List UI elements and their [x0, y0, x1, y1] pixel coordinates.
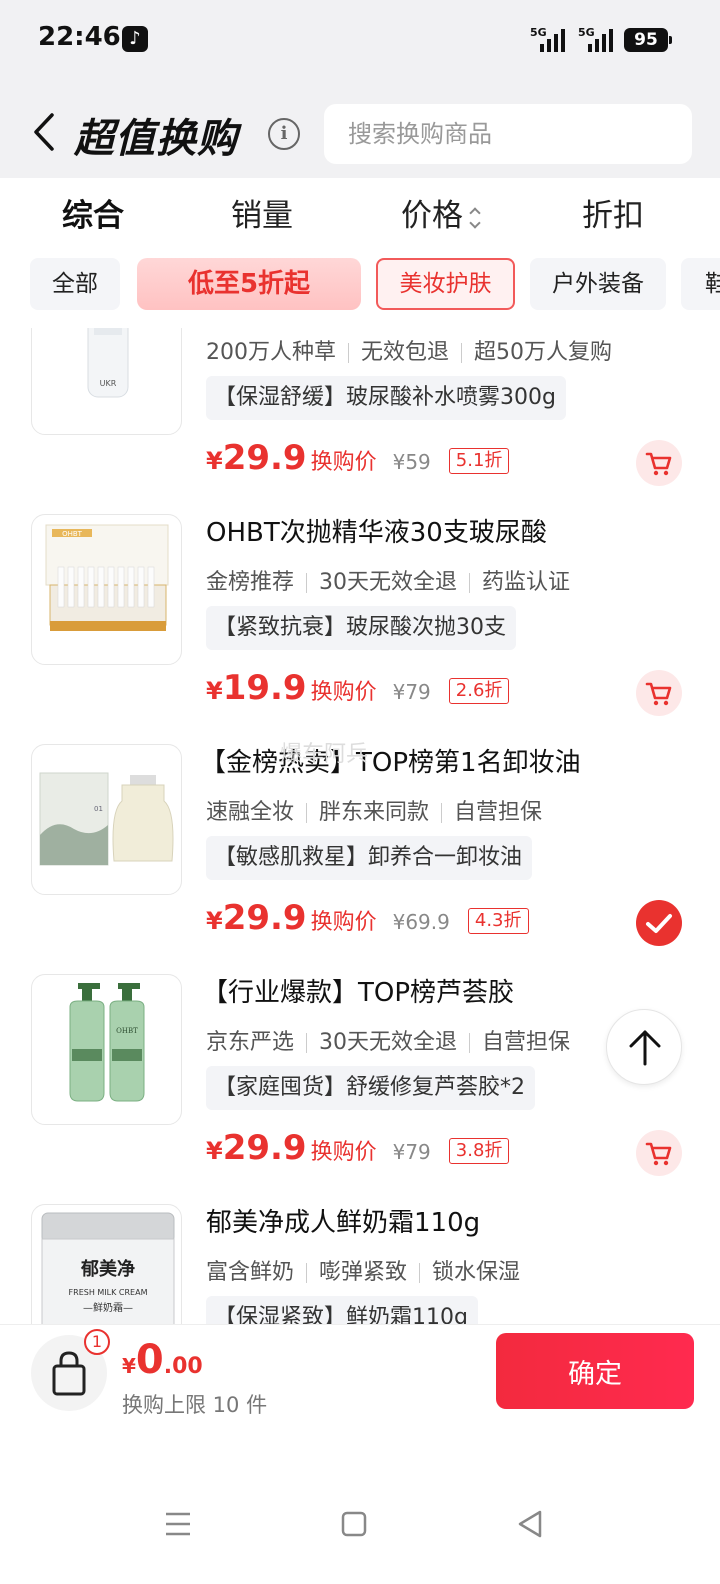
signal-icon-1: 5G — [530, 26, 566, 52]
page-title: 超值换购 — [74, 116, 238, 162]
chip-shoes[interactable]: 鞋 — [681, 258, 720, 310]
signal-icon-2: 5G — [578, 26, 614, 52]
product-subtitle: 【敏感肌救星】卸养合一卸妆油 — [206, 836, 533, 880]
info-icon[interactable]: i — [268, 118, 300, 150]
product-tags: 富含鲜奶 嘭弹紧致 锁水保湿 — [206, 1254, 520, 1286]
total-price: ¥0.00 — [122, 1337, 203, 1383]
product-tags: 速融全妆 胖东来同款 自营担保 — [206, 794, 542, 826]
status-time: 22:46 — [38, 22, 121, 52]
header: 超值换购 i — [0, 82, 720, 178]
checkout-bar: 1 ¥0.00 换购上限 10 件 确定 — [0, 1324, 720, 1424]
tag: 200万人种草 — [206, 340, 336, 365]
product-item[interactable]: 郁美净 FRESH MILK CREAM —鲜奶霜— 郁美净成人鲜奶霜110g … — [0, 1138, 720, 1324]
tag: 金榜推荐 — [206, 570, 295, 595]
product-tags: 200万人种草 无效包退 超50万人复购 — [206, 334, 612, 366]
chip-promo[interactable]: 低至5折起 — [137, 258, 361, 310]
product-image: 郁美净 FRESH MILK CREAM —鲜奶霜— — [31, 1204, 182, 1324]
chip-outdoor[interactable]: 户外装备 — [530, 258, 666, 310]
bag-count-badge: 1 — [84, 1329, 110, 1355]
product-item[interactable]: UKR 200万人种草 无效包退 超50万人复购 【保湿舒缓】玻尿酸补水喷雾300g… — [0, 328, 720, 486]
back-arrow-icon[interactable] — [32, 112, 56, 152]
product-image-text: 01 — [94, 805, 103, 813]
chip-all[interactable]: 全部 — [30, 258, 120, 310]
tag: 自营担保 — [454, 800, 543, 825]
product-image-text-2: FRESH MILK CREAM — [69, 1288, 148, 1297]
product-item[interactable]: OHBT OHBT次抛精华液30支玻尿酸 金榜推荐 30天无效全退 药监认证 【紧致… — [0, 448, 720, 716]
product-image-text: OHBT — [116, 1027, 138, 1035]
sort-tab-sales[interactable]: 销量 — [231, 190, 293, 235]
watermark-text: 爆车阿兵 — [280, 742, 369, 767]
menu-nav-icon[interactable] — [158, 1504, 198, 1544]
confirm-button[interactable]: 确定 — [496, 1333, 694, 1409]
product-tags: 金榜推荐 30天无效全退 药监认证 — [206, 564, 570, 596]
sort-tab-price-label: 价格 — [401, 198, 463, 234]
scroll-to-top-button[interactable] — [606, 1009, 682, 1085]
product-title: 【行业爆款】TOP榜芦荟胶 — [202, 978, 515, 1008]
tag: 无效包退 — [361, 340, 450, 365]
category-chips: 全部 低至5折起 美妆护肤 户外装备 鞋 — [0, 248, 720, 328]
product-subtitle: 【保湿紧致】鲜奶霜110g — [206, 1296, 478, 1324]
product-image-text: OHBT — [62, 530, 83, 538]
product-tags: 京东严选 30天无效全退 自营担保 — [206, 1024, 570, 1056]
limit-text: 换购上限 10 件 — [122, 1393, 268, 1417]
back-nav-icon[interactable] — [510, 1504, 550, 1544]
tag: 30天无效全退 — [319, 570, 458, 595]
product-image-text-3: —鲜奶霜— — [83, 1301, 133, 1314]
product-item[interactable]: 01 【金榜热卖】TOP榜第1名卸妆油 速融全妆 胖东来同款 自营担保 【敏感肌救星… — [0, 678, 720, 946]
tag: 富含鲜奶 — [206, 1260, 295, 1285]
total-integer: 0 — [135, 1337, 164, 1383]
product-image-text: 郁美净 — [80, 1258, 135, 1280]
battery-indicator: 95 — [624, 28, 672, 52]
tag: 超50万人复购 — [474, 340, 613, 365]
tag: 胖东来同款 — [319, 800, 430, 825]
sort-toggle-icon — [469, 206, 481, 230]
total-currency: ¥ — [122, 1354, 136, 1378]
arrow-up-icon — [629, 1030, 661, 1066]
product-image: OHBT — [31, 974, 182, 1125]
product-subtitle: 【紧致抗衰】玻尿酸次抛30支 — [206, 606, 516, 650]
total-decimal: .00 — [163, 1354, 203, 1379]
search-input[interactable] — [324, 104, 692, 164]
tag: 京东严选 — [206, 1030, 295, 1055]
product-image-text: UKR — [100, 379, 117, 388]
chip-beauty[interactable]: 美妆护肤 — [376, 258, 515, 310]
product-title: 【金榜热卖】TOP榜第1名卸妆油 — [200, 748, 581, 778]
home-nav-icon[interactable] — [334, 1504, 374, 1544]
product-image: 01 — [31, 744, 182, 895]
status-bar: 22:46 ♪ 5G 5G 95 — [0, 0, 720, 82]
product-title: 郁美净成人鲜奶霜110g — [206, 1208, 481, 1238]
tag: 锁水保湿 — [432, 1260, 521, 1285]
tag: 自营担保 — [482, 1030, 571, 1055]
product-image: OHBT — [31, 514, 182, 665]
sort-tab-discount[interactable]: 折扣 — [582, 190, 644, 235]
tag: 药监认证 — [482, 570, 571, 595]
search-box[interactable] — [324, 104, 692, 164]
product-subtitle: 【保湿舒缓】玻尿酸补水喷雾300g — [206, 376, 566, 420]
tiktok-notification-icon: ♪ — [122, 26, 148, 52]
tag: 30天无效全退 — [319, 1030, 458, 1055]
sort-bar: 综合 销量 价格 折扣 — [0, 178, 720, 248]
product-image: UKR — [31, 328, 182, 435]
tag: 速融全妆 — [206, 800, 295, 825]
product-subtitle: 【家庭囤货】舒缓修复芦荟胶*2 — [206, 1066, 535, 1110]
sort-tab-price[interactable]: 价格 — [401, 190, 481, 235]
sort-tab-comprehensive[interactable]: 综合 — [62, 190, 124, 235]
product-title: OHBT次抛精华液30支玻尿酸 — [206, 518, 547, 548]
tag: 嘭弹紧致 — [319, 1260, 408, 1285]
product-list: UKR 200万人种草 无效包退 超50万人复购 【保湿舒缓】玻尿酸补水喷雾300g… — [0, 328, 720, 1324]
system-nav-bar — [0, 1424, 720, 1584]
